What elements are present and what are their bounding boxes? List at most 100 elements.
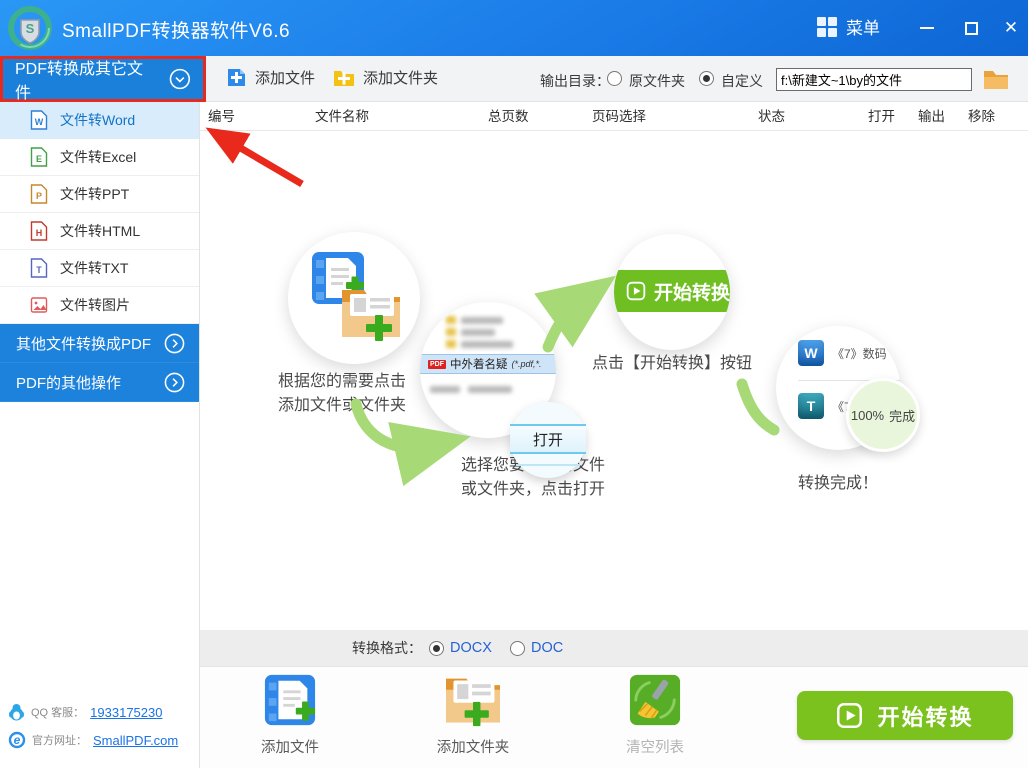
add-file-big-label: 添加文件 (261, 740, 319, 756)
sidebar-item-html[interactable]: H 文件转HTML (0, 213, 199, 250)
qq-number-link[interactable]: 1933175230 (90, 705, 162, 720)
website-link[interactable]: SmallPDF.com (93, 733, 178, 748)
sidebar-item-ppt[interactable]: P 文件转PPT (0, 176, 199, 213)
radio-docx[interactable] (429, 641, 444, 656)
svg-text:T: T (36, 265, 42, 275)
start-convert-button[interactable]: 开始转换 (797, 691, 1013, 740)
col-page-select: 页码选择 (592, 109, 646, 124)
radio-doc[interactable] (510, 641, 525, 656)
sidebar-section-label: 其他文件转换成PDF (16, 335, 152, 353)
add-folder-illustration-icon (342, 290, 400, 341)
close-button[interactable]: ✕ (996, 16, 1026, 40)
add-folder-big-icon (446, 678, 500, 727)
format-label: 转换格式： (352, 640, 422, 656)
chevron-right-icon (164, 333, 185, 353)
website-label: 官方网址： (32, 735, 87, 747)
menu-button[interactable]: 菜单 (817, 14, 880, 39)
format-bar: 转换格式： DOCX DOC (200, 630, 1028, 666)
maximize-button[interactable] (956, 16, 986, 40)
radio-original-folder-label[interactable]: 原文件夹 (629, 71, 685, 91)
menu-grid-icon (817, 16, 837, 37)
open-button-zoom-circle: 打开 (510, 402, 586, 478)
col-remove: 移除 (968, 109, 995, 124)
menu-label: 菜单 (846, 19, 880, 38)
svg-text:H: H (36, 228, 43, 238)
add-folder-big-label: 添加文件夹 (436, 740, 510, 756)
radio-original-folder[interactable] (607, 71, 622, 86)
title-bar: S SmallPDF转换器软件V6.6 菜单 ✕ (0, 0, 1028, 56)
ie-browser-icon: e (8, 731, 26, 749)
add-file-label: 添加文件 (255, 70, 316, 87)
sidebar-item-label: 文件转Word (60, 112, 136, 128)
play-icon (626, 281, 646, 301)
converted-word-row: W 《7》数码 (798, 340, 900, 366)
sidebar-item-image[interactable]: 文件转图片 (0, 287, 199, 324)
clear-list-broom-icon (629, 674, 681, 726)
image-file-icon (30, 297, 48, 313)
app-window: S SmallPDF转换器软件V6.6 菜单 ✕ 添加文件 添加文件夹 输出目录… (0, 0, 1028, 768)
blurred-dialog-row (430, 386, 512, 393)
blurred-folder-list (420, 316, 556, 348)
ppt-file-icon: P (30, 184, 48, 204)
col-filename: 文件名称 (315, 109, 369, 124)
add-file-icon (228, 69, 245, 86)
output-path-input[interactable] (776, 68, 972, 91)
excel-file-icon: E (30, 147, 48, 167)
clear-list-button[interactable]: 清空列表 (605, 673, 705, 757)
qq-support-label: QQ 客服： (31, 707, 85, 719)
browse-folder-button[interactable] (982, 67, 1010, 91)
add-file-big-button[interactable]: 添加文件 (240, 673, 340, 757)
start-convert-illustration: 开始转换 (614, 270, 730, 312)
sidebar-section-other-to-pdf[interactable]: 其他文件转换成PDF (0, 324, 199, 363)
tutorial-step3-caption: 点击【开始转换】按钮 (591, 355, 752, 372)
clear-list-label: 清空列表 (626, 740, 684, 756)
word-file-icon: W (30, 110, 48, 130)
radio-docx-label[interactable]: DOCX (450, 640, 492, 656)
col-number: 编号 (208, 109, 235, 124)
annotation-highlight-box: PDF转换成其它文件 (0, 56, 206, 102)
col-output: 输出 (918, 109, 945, 124)
add-folder-button[interactable]: 添加文件夹 (333, 67, 438, 88)
svg-text:E: E (36, 154, 42, 164)
txt-file-icon: T (30, 258, 48, 278)
add-folder-label: 添加文件夹 (363, 70, 439, 87)
open-button: 打开 (510, 424, 586, 454)
add-file-big-icon (264, 674, 316, 726)
chevron-down-icon (169, 68, 191, 90)
radio-custom-folder-label[interactable]: 自定义 (721, 71, 763, 91)
col-status: 状态 (758, 109, 785, 124)
minimize-button[interactable] (912, 16, 942, 40)
qq-support-row: QQ 客服： 1933175230 (0, 698, 200, 726)
sidebar-item-label: 文件转PPT (60, 186, 130, 202)
tutorial-step1-caption: 根据您的需要点击 添加文件或文件夹 (277, 373, 406, 414)
col-open: 打开 (868, 109, 895, 124)
play-icon (837, 703, 863, 728)
tutorial-step1-circle (288, 232, 420, 364)
sidebar-item-label: 文件转Excel (60, 149, 137, 165)
radio-doc-label[interactable]: DOC (531, 640, 563, 656)
sidebar-item-excel[interactable]: E 文件转Excel (0, 139, 199, 176)
radio-custom-folder[interactable] (699, 71, 714, 86)
selected-pdf-file-row: PDF 中外着名疑 (*.pdf,*. (420, 354, 556, 374)
svg-text:S: S (26, 21, 35, 36)
start-convert-label: 开始转换 (877, 704, 974, 730)
sidebar-header-pdf-to-other[interactable]: PDF转换成其它文件 (3, 59, 203, 102)
svg-text:P: P (36, 191, 42, 201)
chevron-right-icon (164, 372, 185, 392)
sidebar-item-label: 文件转图片 (60, 297, 130, 313)
svg-text:W: W (35, 117, 44, 127)
app-logo-icon: S (8, 6, 52, 50)
add-file-button[interactable]: 添加文件 (226, 67, 315, 88)
sidebar-item-label: 文件转TXT (60, 260, 129, 276)
sidebar: W 文件转Word E 文件转Excel P 文件转PPT H 文件转HTML (0, 102, 200, 768)
add-folder-big-button[interactable]: 添加文件夹 (423, 673, 523, 757)
sidebar-item-txt[interactable]: T 文件转TXT (0, 250, 199, 287)
table-header: 编号 文件名称 总页数 页码选择 状态 打开 输出 移除 (200, 102, 1028, 131)
sidebar-section-pdf-other-ops[interactable]: PDF的其他操作 (0, 363, 199, 402)
add-folder-icon (334, 70, 354, 86)
col-total-pages: 总页数 (488, 109, 529, 124)
sidebar-header-label: PDF转换成其它文件 (15, 61, 144, 102)
app-title: SmallPDF转换器软件V6.6 (62, 21, 291, 42)
sidebar-item-word[interactable]: W 文件转Word (0, 102, 199, 139)
qq-penguin-icon (9, 704, 24, 721)
